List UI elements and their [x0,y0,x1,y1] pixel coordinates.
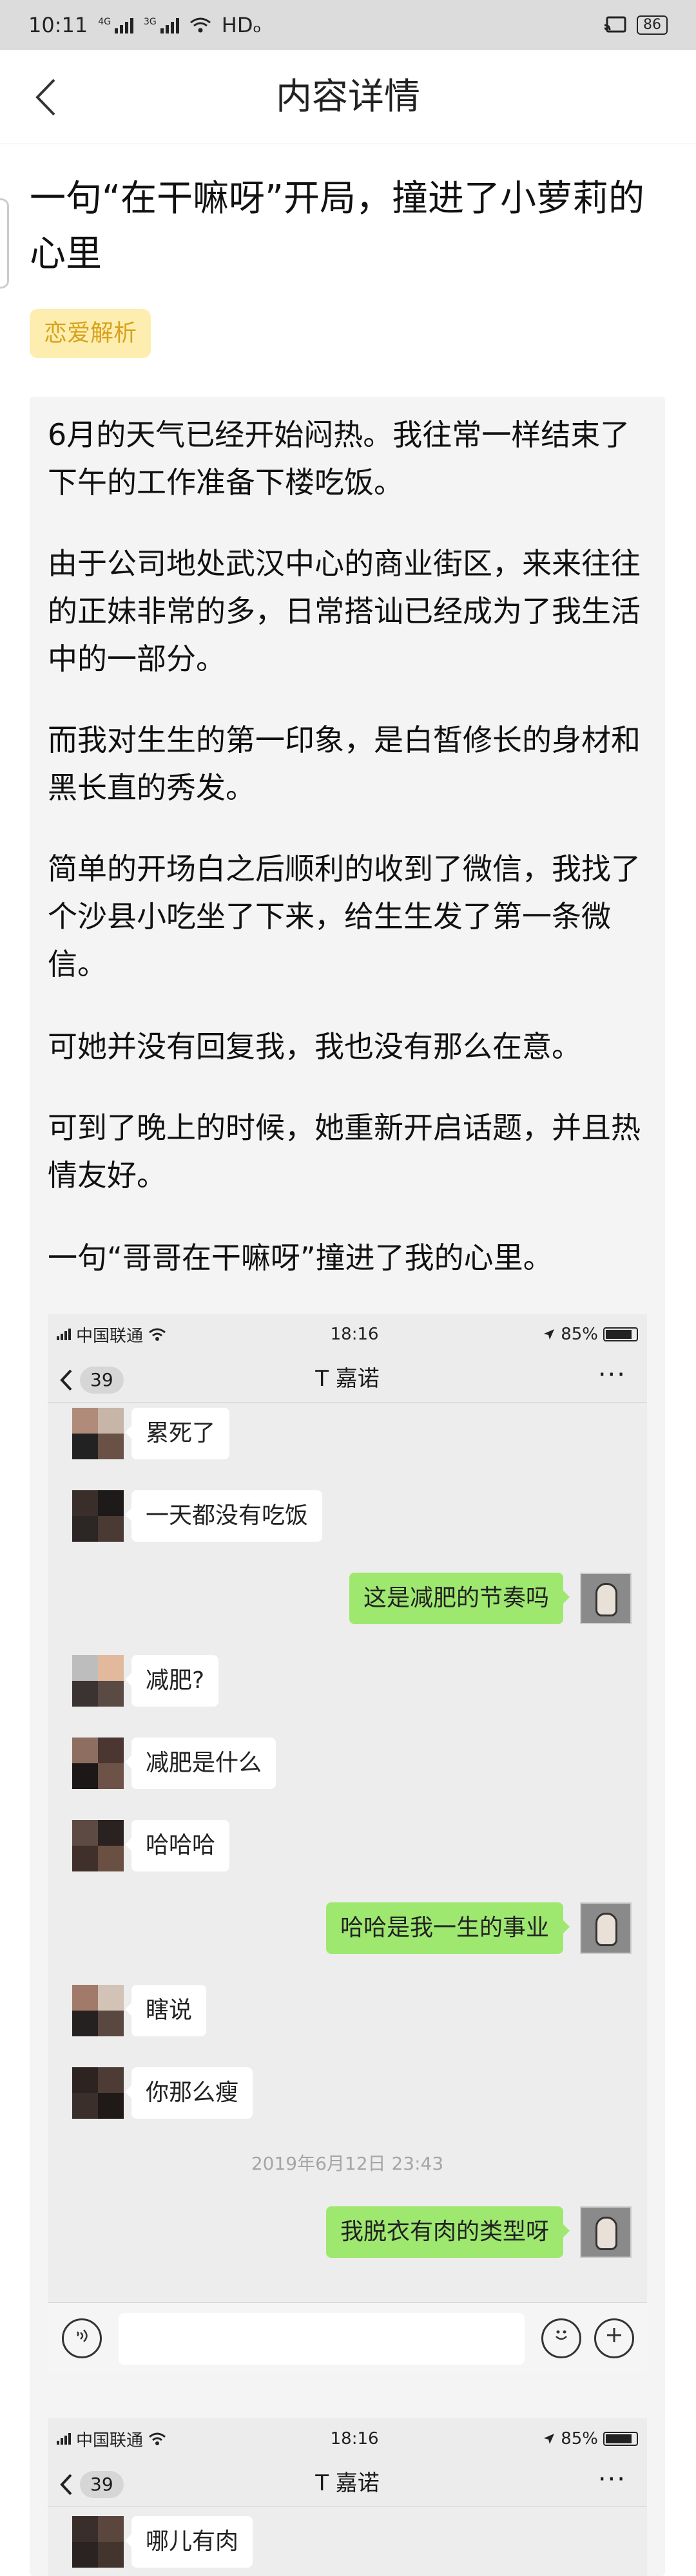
status-bar: 10:11 4G 3G HDₒ 86 [0,0,696,50]
chat-status-bar: 中国联通 18:16 85% [48,2418,647,2459]
signal-icon [57,1329,71,1340]
category-tag[interactable]: 恋爱解析 [30,309,151,358]
article-paragraph-3: 而我对生生的第一印象，是白皙修长的身材和黑长直的秀发。 [48,723,641,805]
more-options-button[interactable]: ··· [598,1360,626,1390]
article-paragraph-2: 由于公司地处武汉中心的商业街区，来来往往的正妹非常的多，日常搭讪已经成为了我生活… [48,546,641,676]
contact-avatar [72,2067,124,2119]
message-input[interactable] [119,2313,525,2365]
message-list: 累死了 一天都没有吃饭 这是减肥的节奏吗 减肥? 减肥是什么 哈哈哈 哈哈是我一… [48,1403,647,2302]
message-row: 你那么瘦 [48,2065,647,2123]
chat-battery-label: 85% [561,2429,598,2448]
article-paragraph-5: 可她并没有回复我，我也没有那么在意。 [48,1029,581,1064]
chat-contact-name: T 嘉诺 [315,2470,380,2496]
chat-nav-bar: 39 T 嘉诺 ··· [48,1355,647,1403]
carrier-label: 中国联通 [76,1326,144,1346]
chat-screenshot-1: 中国联通 18:16 85% 39 T 嘉诺 ··· 累死了 一天都没有吃饭 这… [48,1314,647,2373]
battery-indicator: 86 [637,15,668,35]
voice-icon [77,2329,88,2342]
plus-icon [607,2328,621,2342]
message-bubble-outgoing[interactable]: 哈哈是我一生的事业 [325,1902,570,1954]
message-row: 累死了 [48,1405,647,1463]
contact-avatar [72,1985,124,2036]
user-avatar [580,2206,632,2258]
hd-indicator: HDₒ [221,13,262,37]
side-marker [0,198,9,289]
chat-contact-name: T 嘉诺 [315,1366,380,1392]
wifi-icon [149,1328,166,1341]
message-bubble-incoming[interactable]: 减肥? [124,1655,219,1707]
chat-clock: 18:16 [330,2429,379,2448]
article-paragraph-7: 一句“哥哥在干嘛呀”撞进了我的心里。 [48,1240,553,1275]
message-row: 哈哈哈 [48,1817,647,1875]
message-row: 一天都没有吃饭 [48,1488,647,1546]
message-bubble-incoming[interactable]: 减肥是什么 [124,1738,276,1789]
message-bubble-outgoing[interactable]: 这是减肥的节奏吗 [349,1573,570,1624]
message-row: 减肥? [48,1653,647,1710]
contact-avatar [72,1655,124,1707]
battery-icon [603,2432,638,2446]
article-paragraph-4: 简单的开场白之后顺利的收到了微信，我找了个沙县小吃坐了下来，给生生发了第一条微信… [48,851,641,981]
article-paragraph-6: 可到了晚上的时候，她重新开启话题，并且热情友好。 [48,1110,641,1193]
add-button[interactable] [594,2318,634,2358]
battery-icon [603,1327,638,1341]
location-arrow-icon [544,1329,555,1340]
voice-input-button[interactable] [62,2318,102,2358]
message-row: 哪儿有肉 [48,2514,647,2571]
signal-icon [57,2433,71,2445]
message-row: 减肥是什么 [48,1735,647,1793]
chat-clock: 18:16 [330,1325,379,1344]
message-row: 这是减肥的节奏吗 [48,1570,647,1628]
chat-nav-bar: 39 T 嘉诺 ··· [48,2459,647,2507]
message-bubble-outgoing[interactable]: 我脱衣有肉的类型呀 [325,2206,570,2258]
message-row: 我脱衣有肉的类型呀 [48,2204,647,2262]
contact-avatar [72,1738,124,1789]
signal-icon-1: 4G [98,17,133,33]
clock: 10:11 [28,13,88,37]
chat-status-bar: 中国联通 18:16 85% [48,1314,647,1355]
carrier-label: 中国联通 [76,2430,144,2450]
chat-input-bar [48,2302,647,2373]
article-paragraph-1: 6月的天气已经开始闷热。我往常一样结束了下午的工作准备下楼吃饭。 [48,417,630,500]
cast-icon [604,16,626,33]
location-arrow-icon [544,2434,555,2444]
message-bubble-incoming[interactable]: 累死了 [124,1408,230,1459]
article-title: 一句“在干嘛呀”开局，撞进了小萝莉的心里 [30,178,645,275]
message-bubble-incoming[interactable]: 哈哈哈 [124,1820,230,1871]
message-bubble-incoming[interactable]: 哪儿有肉 [124,2516,253,2568]
chat-timestamp: 2019年6月12日 23:43 [251,2153,444,2174]
wifi-icon [149,2432,166,2445]
user-avatar [580,1573,632,1624]
message-bubble-incoming[interactable]: 你那么瘦 [124,2067,253,2119]
chat-battery-label: 85% [561,1325,598,1344]
emoji-button[interactable] [541,2318,581,2358]
status-right: 86 [603,15,668,35]
message-bubble-incoming[interactable]: 一天都没有吃饭 [124,1490,323,1542]
nav-bar: 内容详情 [0,50,696,144]
status-left: 10:11 4G 3G HDₒ [28,13,262,37]
page-title: 内容详情 [276,76,420,118]
contact-avatar [72,1408,124,1459]
contact-avatar [72,2516,124,2568]
signal-icon-2: 3G [144,17,179,33]
chat-screenshot-2: 中国联通 18:16 85% 39 T 嘉诺 ··· 哪儿有肉 [48,2418,647,2576]
message-row: 哈哈是我一生的事业 [48,1900,647,1958]
contact-avatar [72,1490,124,1542]
user-avatar [580,1902,632,1954]
more-options-button[interactable]: ··· [598,2465,626,2494]
message-list: 哪儿有肉 [48,2507,647,2576]
wifi-icon [189,17,211,33]
message-row: 瞎说 [48,1982,647,2040]
message-bubble-incoming[interactable]: 瞎说 [124,1985,207,2036]
contact-avatar [72,1820,124,1871]
emoji-icon [556,2330,567,2340]
